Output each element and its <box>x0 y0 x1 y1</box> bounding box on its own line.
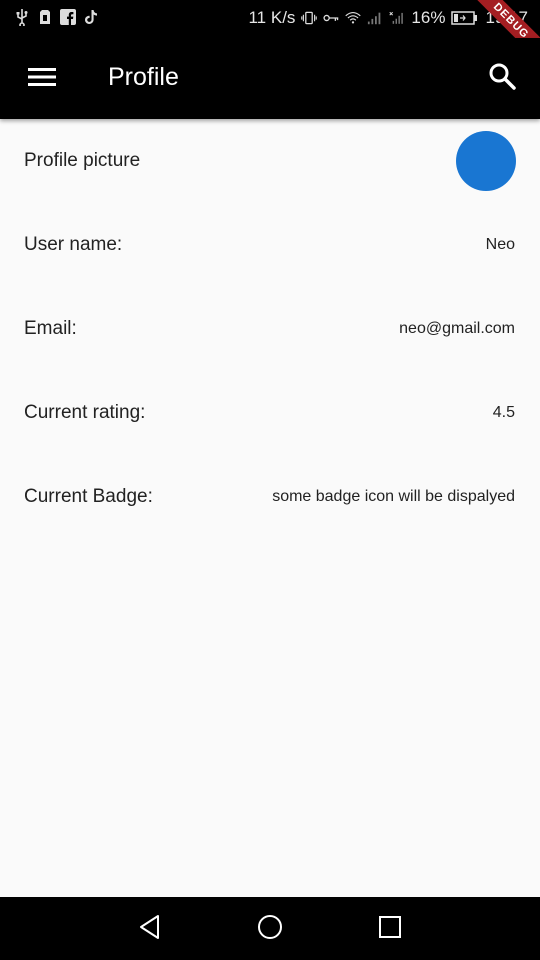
sim-icon <box>37 8 53 26</box>
badge-row: Current Badge: some badge icon will be d… <box>0 455 540 539</box>
status-bar-right: 11 K/s 16% 19:17 <box>248 8 528 28</box>
rating-value: 4.5 <box>492 404 515 421</box>
profile-picture-label: Profile picture <box>24 150 141 171</box>
menu-icon <box>28 67 56 92</box>
app-bar: Profile <box>0 38 540 119</box>
screen: 11 K/s 16% 19:17 DEBUG <box>0 0 540 960</box>
recents-icon <box>378 915 402 944</box>
profile-picture-row: Profile picture <box>0 119 540 203</box>
signal-x-icon <box>389 9 405 27</box>
back-button[interactable] <box>134 913 166 945</box>
battery-icon <box>451 9 479 27</box>
page-title: Profile <box>108 63 179 91</box>
navigation-bar <box>0 897 540 960</box>
status-bar-left <box>14 8 99 26</box>
vpn-key-icon <box>323 9 339 27</box>
tiktok-icon <box>83 8 99 26</box>
rating-row: Current rating: 4.5 <box>0 371 540 455</box>
email-value: neo@gmail.com <box>399 320 515 337</box>
email-label: Email: <box>24 318 77 339</box>
search-icon <box>488 62 516 95</box>
usb-icon <box>14 8 30 26</box>
recents-button[interactable] <box>374 913 406 945</box>
search-button[interactable] <box>482 58 522 98</box>
vibrate-icon <box>301 9 318 27</box>
battery-percent: 16% <box>411 8 446 27</box>
username-row: User name: Neo <box>0 203 540 287</box>
badge-value: some badge icon will be dispalyed <box>272 488 515 505</box>
menu-button[interactable] <box>20 60 64 98</box>
signal-icon <box>367 9 383 27</box>
avatar[interactable] <box>456 131 516 191</box>
home-button[interactable] <box>254 913 286 945</box>
status-bar: 11 K/s 16% 19:17 DEBUG <box>0 0 540 38</box>
home-icon <box>257 914 283 945</box>
rating-label: Current rating: <box>24 402 146 423</box>
username-value: Neo <box>485 236 515 253</box>
network-speed: 11 K/s <box>248 8 296 27</box>
facebook-icon <box>60 8 76 26</box>
badge-label: Current Badge: <box>24 486 153 507</box>
wifi-icon <box>345 9 362 27</box>
back-icon <box>138 914 162 945</box>
username-label: User name: <box>24 234 123 255</box>
email-row: Email: neo@gmail.com <box>0 287 540 371</box>
